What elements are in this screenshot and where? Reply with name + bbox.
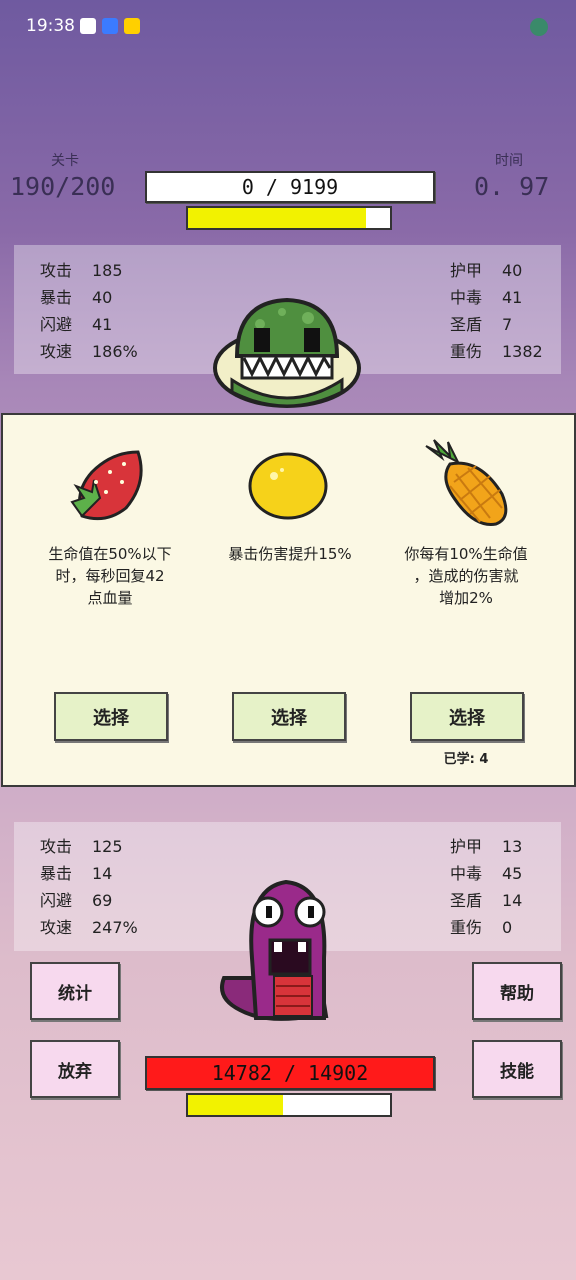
strawberry-icon (70, 450, 143, 521)
level-value: 190/200 (10, 172, 116, 201)
time-label: 时间 (495, 153, 523, 169)
option-3-description: 你每有10%生命值 ，造成的伤害就 增加2% (404, 545, 528, 607)
option-1-description: 生命值在50%以下 时，每秒回复42 点血量 (48, 545, 172, 607)
stat-row: 重伤 1382 (450, 342, 543, 361)
pineapple-icon (425, 439, 508, 526)
enemy-stats-left: 攻击 185 暴击 40 闪避 41 攻速 186% (40, 257, 138, 365)
player-stats-right: 护甲 13 中毒 45 圣盾 14 重伤 0 (450, 833, 522, 941)
notification-icon (80, 18, 96, 34)
enemy-hp-bar: 0 / 9199 (145, 171, 435, 203)
enemy-stats-right: 护甲 40 中毒 41 圣盾 7 重伤 1382 (450, 257, 543, 365)
stat-row: 暴击 40 (40, 288, 113, 307)
stat-row: 闪避 41 (40, 315, 113, 334)
stat-row: 攻击 185 (40, 261, 123, 280)
microphone-icon (530, 18, 548, 36)
enemy-hp-text: 0 / 9199 (241, 175, 339, 199)
select-option-2-button[interactable]: 选择 (232, 692, 346, 741)
level-label: 关卡 (51, 153, 79, 169)
stat-row: 攻速 247% (40, 918, 138, 937)
help-button[interactable]: 帮助 (472, 962, 562, 1020)
stat-row: 中毒 41 (450, 288, 523, 307)
stat-row: 护甲 13 (450, 837, 523, 856)
stat-row: 暴击 14 (40, 864, 113, 883)
stat-row: 攻击 125 (40, 837, 123, 856)
player-stats-left: 攻击 125 暴击 14 闪避 69 攻速 247% (40, 833, 138, 941)
give-up-button[interactable]: 放弃 (30, 1040, 120, 1098)
select-option-3-button[interactable]: 选择 (410, 692, 524, 741)
player-charge-fill (188, 1095, 283, 1115)
player-hp-text: 14782 / 14902 (211, 1061, 369, 1085)
option-2-description: 暴击伤害提升15% (228, 545, 352, 563)
enemy-charge-fill (188, 208, 366, 228)
status-time: 19:38 (26, 16, 75, 36)
time-value: 0. 97 (474, 172, 550, 201)
stat-row: 护甲 40 (450, 261, 523, 280)
stats-button[interactable]: 统计 (30, 962, 120, 1020)
lemon-icon (248, 452, 328, 520)
select-option-1-button[interactable]: 选择 (54, 692, 168, 741)
player-charge-bar (186, 1093, 392, 1117)
player-worm-sprite (220, 879, 329, 1021)
app-icon (102, 18, 118, 34)
game-icon (124, 18, 140, 34)
stat-row: 圣盾 7 (450, 315, 513, 334)
player-hp-bar: 14782 / 14902 (145, 1056, 435, 1090)
stat-row: 攻速 186% (40, 342, 138, 361)
enemy-charge-bar (186, 206, 392, 230)
stat-row: 闪避 69 (40, 891, 113, 910)
learned-count: 已学: 4 (443, 752, 489, 767)
stat-row: 中毒 45 (450, 864, 523, 883)
enemy-frog-sprite (213, 297, 361, 408)
stat-row: 圣盾 14 (450, 891, 523, 910)
skills-button[interactable]: 技能 (472, 1040, 562, 1098)
stat-row: 重伤 0 (450, 918, 513, 937)
